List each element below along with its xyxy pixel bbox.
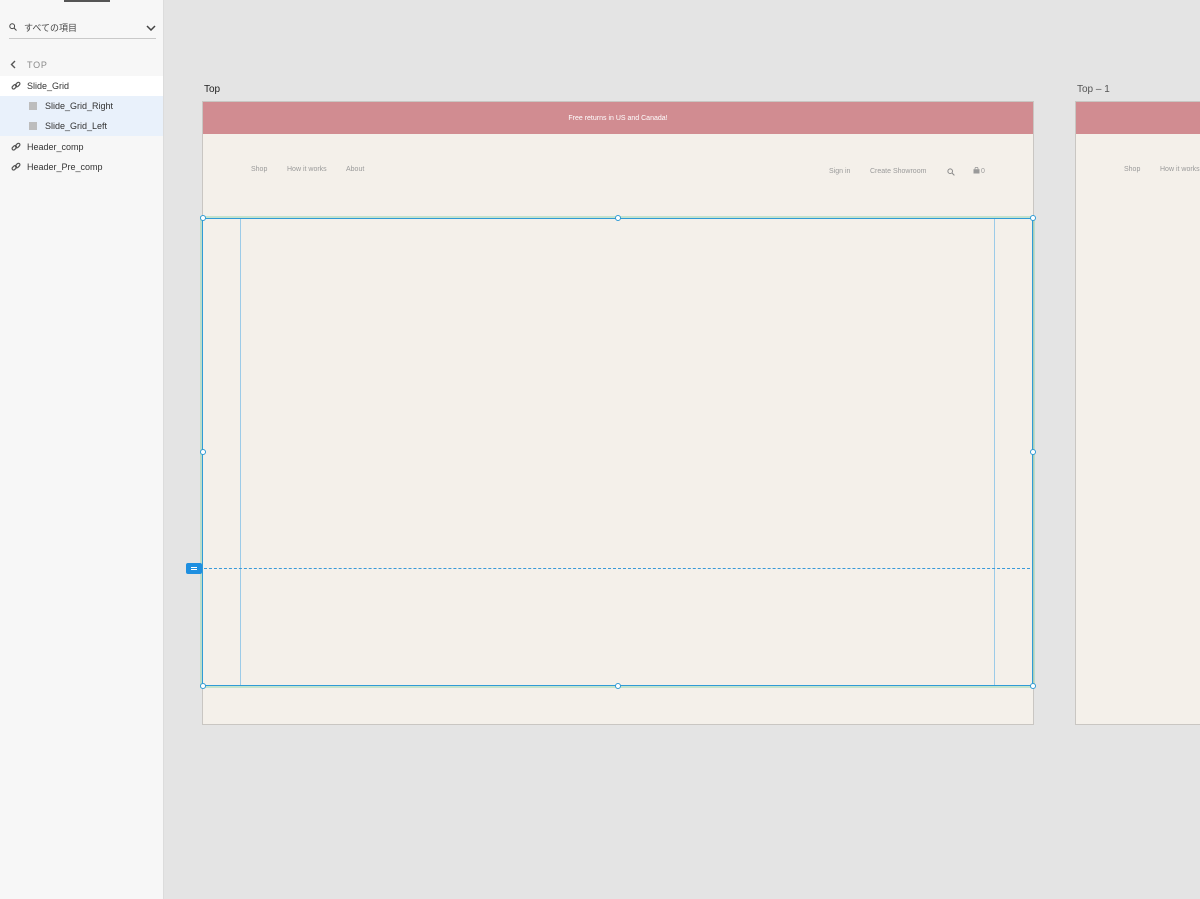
nav-shop[interactable]: Shop xyxy=(251,166,267,173)
nav-shop[interactable]: Shop xyxy=(1124,166,1140,173)
nav-sign-in[interactable]: Sign in xyxy=(829,168,850,175)
nav-how-it-works[interactable]: How it works xyxy=(287,166,327,173)
chevron-left-icon xyxy=(10,56,16,74)
nav-create-showroom[interactable]: Create Showroom xyxy=(870,168,926,175)
resize-handle-bottom[interactable] xyxy=(615,683,621,689)
bag-icon xyxy=(973,166,980,176)
layer-label: Slide_Grid_Left xyxy=(45,121,108,131)
cart-button[interactable]: 0 xyxy=(973,166,985,176)
promo-text: Free returns in US and Canada! xyxy=(568,114,668,122)
layer-filter[interactable]: すべての項目 xyxy=(9,16,156,39)
slide-grid-right-column[interactable] xyxy=(994,219,995,685)
resize-handle-top[interactable] xyxy=(615,215,621,221)
back-to-top-button[interactable]: TOP xyxy=(10,58,48,72)
link-icon xyxy=(11,162,21,172)
resize-handle-top-right[interactable] xyxy=(1030,215,1036,221)
layer-item-slide-grid[interactable]: Slide_Grid xyxy=(0,76,163,96)
layers-panel: すべての項目 TOP Slide_Grid Slide_Grid_Right S… xyxy=(0,0,164,899)
rectangle-icon xyxy=(29,121,39,131)
resize-handle-left[interactable] xyxy=(200,449,206,455)
layer-item-slide-grid-left[interactable]: Slide_Grid_Left xyxy=(0,116,163,136)
slide-grid-selection[interactable] xyxy=(202,218,1033,686)
link-icon xyxy=(11,81,21,91)
filter-label: すべての項目 xyxy=(24,22,78,33)
promo-banner: Free returns in US and Canada! xyxy=(203,102,1033,134)
nav-how-it-works[interactable]: How it works xyxy=(1160,166,1200,173)
cart-count: 0 xyxy=(981,168,985,175)
search-icon xyxy=(9,18,17,36)
resize-handle-bottom-left[interactable] xyxy=(200,683,206,689)
chevron-down-icon[interactable] xyxy=(146,18,156,36)
rectangle-icon xyxy=(29,101,39,111)
artboard-top-1[interactable]: Shop How it works xyxy=(1075,101,1200,725)
resize-handle-top-left[interactable] xyxy=(200,215,206,221)
slide-grid-left-column[interactable] xyxy=(240,219,241,685)
search-icon[interactable] xyxy=(947,168,955,178)
layer-item-slide-grid-right[interactable]: Slide_Grid_Right xyxy=(0,96,163,116)
layer-item-header-comp[interactable]: Header_comp xyxy=(0,137,163,157)
resize-handle-right[interactable] xyxy=(1030,449,1036,455)
nav-about[interactable]: About xyxy=(346,166,364,173)
layer-label: Slide_Grid xyxy=(27,81,70,91)
resize-handle-bottom-right[interactable] xyxy=(1030,683,1036,689)
promo-banner xyxy=(1076,102,1200,134)
artboard-title-top-1[interactable]: Top – 1 xyxy=(1077,84,1110,95)
artboard-title-top[interactable]: Top xyxy=(204,84,220,95)
layer-item-header-pre-comp[interactable]: Header_Pre_comp xyxy=(0,157,163,177)
layer-label: Header_comp xyxy=(27,142,84,152)
horizontal-guide[interactable] xyxy=(204,568,1030,569)
layer-label: Slide_Grid_Right xyxy=(45,101,114,111)
back-label: TOP xyxy=(27,60,48,70)
layer-label: Header_Pre_comp xyxy=(27,162,103,172)
panel-tab-indicator xyxy=(64,0,110,2)
guide-handle-icon[interactable] xyxy=(186,563,202,574)
link-icon xyxy=(11,142,21,152)
